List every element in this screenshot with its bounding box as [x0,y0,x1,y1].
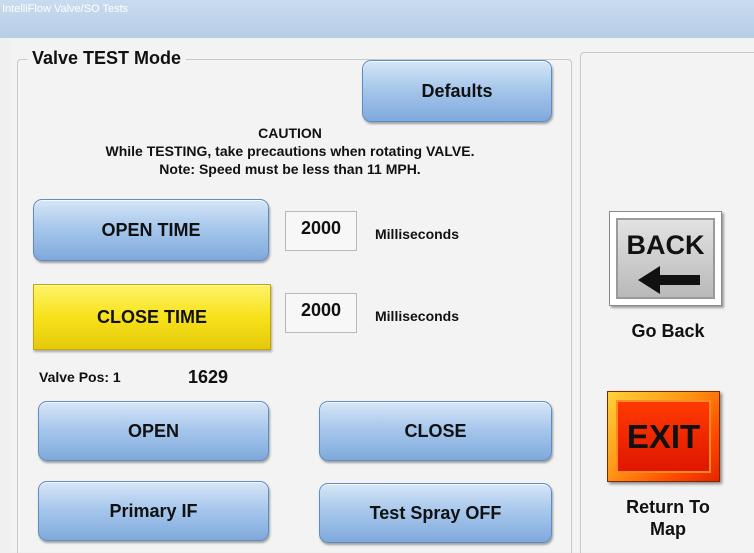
defaults-button[interactable]: Defaults [362,60,552,122]
close-time-value[interactable]: 2000 [285,293,357,333]
open-time-button[interactable]: OPEN TIME [33,199,269,261]
exit-label: EXIT [616,400,711,473]
back-label: BACK [626,230,705,260]
go-back-caption: Go Back [631,321,705,341]
close-time-button[interactable]: CLOSE TIME [33,284,271,350]
group-title: Valve TEST Mode [27,48,187,69]
caution-notice: CAUTION While TESTING, take precautions … [70,124,510,178]
open-time-value[interactable]: 2000 [285,211,357,251]
window-titlebar: IntelliFlow Valve/SO Tests [0,0,754,38]
test-spray-button[interactable]: Test Spray OFF [319,483,552,543]
caution-heading: CAUTION [258,125,322,141]
back-button[interactable]: BACK [609,211,722,306]
open-button[interactable]: OPEN [38,401,269,461]
close-time-unit: Milliseconds [375,308,460,324]
exit-caption: Return To Map [603,496,733,540]
left-arrow-icon [638,266,700,294]
valve-pos-value: 1629 [188,367,229,387]
caution-line-1: While TESTING, take precautions when rot… [105,143,475,159]
primary-if-button[interactable]: Primary IF [38,481,269,541]
caution-line-2: Note: Speed must be less than 11 MPH. [159,161,421,177]
open-time-unit: Milliseconds [375,226,460,242]
close-button[interactable]: CLOSE [319,401,552,461]
back-button-face: BACK [616,218,715,299]
exit-caption-line-2: Map [650,519,686,539]
valve-pos-label: Valve Pos: 1 [39,369,121,385]
exit-button[interactable]: EXIT [607,391,720,482]
exit-caption-line-1: Return To [626,497,710,517]
window-title: IntelliFlow Valve/SO Tests [2,3,129,15]
